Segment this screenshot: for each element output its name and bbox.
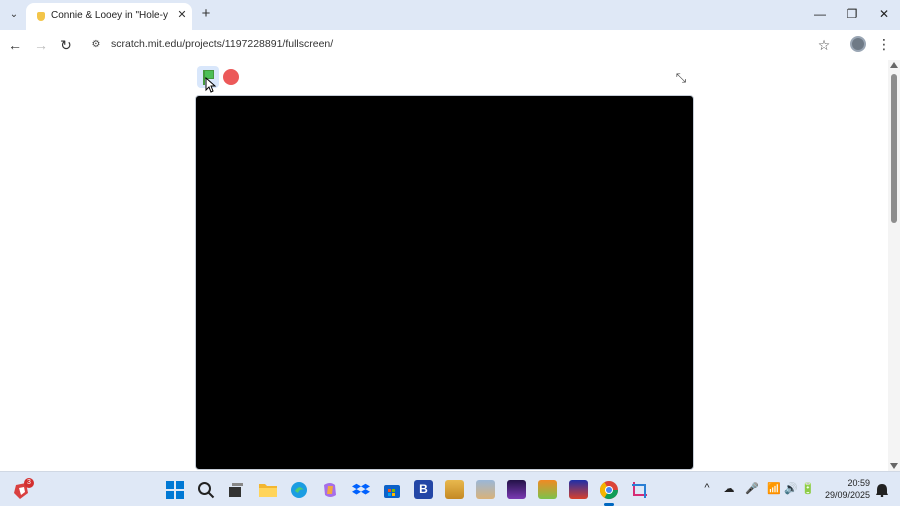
scratch-fullscreen-page: ⤡ bbox=[0, 60, 888, 471]
tab-strip: ⌄ Connie & Looey in "Hole-y Mo ✕ + — ❐ ✕ bbox=[0, 0, 900, 30]
start-icon[interactable] bbox=[166, 481, 184, 499]
copilot-icon[interactable] bbox=[321, 481, 339, 499]
exit-fullscreen-icon[interactable]: ⤡ bbox=[673, 70, 689, 86]
tab-search-button[interactable]: ⌄ bbox=[5, 7, 23, 23]
notification-bell-icon[interactable] bbox=[875, 483, 889, 497]
notification-badge: 3 bbox=[24, 478, 34, 488]
minimize-button[interactable]: — bbox=[810, 5, 830, 23]
store-icon[interactable] bbox=[383, 481, 401, 499]
scroll-up-arrow-icon[interactable] bbox=[890, 62, 898, 68]
onedrive-cloud-icon[interactable]: ☁ bbox=[722, 482, 736, 495]
system-clock[interactable]: 20:59 29/09/2025 bbox=[820, 477, 870, 501]
volume-icon[interactable]: 🔊 bbox=[784, 482, 798, 495]
reload-button[interactable]: ↻ bbox=[57, 36, 75, 54]
new-tab-button[interactable]: + bbox=[199, 6, 213, 22]
address-bar[interactable]: scratch.mit.edu/projects/1197228891/full… bbox=[111, 38, 333, 50]
browser-menu-icon[interactable]: ⋮ bbox=[877, 35, 891, 53]
tray-chevron-icon[interactable]: ^ bbox=[700, 482, 714, 494]
browser-toolbar: ← → ↻ ⚙ scratch.mit.edu/projects/1197228… bbox=[0, 30, 900, 60]
game-icon-1[interactable] bbox=[445, 480, 464, 499]
bookmark-star-icon[interactable]: ☆ bbox=[815, 36, 833, 54]
game-icon-2[interactable] bbox=[476, 480, 495, 499]
tab-title: Connie & Looey in "Hole-y Mo bbox=[51, 10, 168, 21]
project-stage[interactable] bbox=[195, 95, 694, 470]
wifi-icon[interactable]: 📶 bbox=[767, 482, 781, 495]
restore-button[interactable]: ❐ bbox=[842, 5, 862, 23]
game-icon-5[interactable] bbox=[569, 480, 588, 499]
back-button[interactable]: ← bbox=[6, 36, 24, 54]
dropbox-icon[interactable] bbox=[352, 481, 370, 499]
window-close-button[interactable]: ✕ bbox=[874, 5, 894, 23]
scratch-favicon-icon bbox=[37, 12, 45, 21]
microphone-icon[interactable]: 🎤 bbox=[745, 482, 759, 495]
b-app-icon[interactable]: B bbox=[414, 480, 433, 499]
windows-taskbar: 3 B ^ ☁ 🎤 📶 🔊 🔋 20:59 29/09/2025 bbox=[0, 471, 900, 506]
scroll-thumb[interactable] bbox=[891, 74, 897, 223]
forward-button[interactable]: → bbox=[32, 36, 50, 54]
file-explorer-icon[interactable] bbox=[259, 482, 277, 498]
profile-avatar[interactable] bbox=[850, 36, 866, 52]
site-info-icon[interactable]: ⚙ bbox=[89, 38, 103, 52]
clock-date: 29/09/2025 bbox=[824, 490, 870, 500]
search-icon[interactable] bbox=[197, 481, 215, 499]
scroll-down-arrow-icon[interactable] bbox=[890, 463, 898, 469]
snipping-tool-icon[interactable] bbox=[631, 481, 649, 499]
page-scrollbar[interactable] bbox=[888, 60, 900, 471]
mouse-cursor-icon bbox=[205, 77, 217, 93]
tab-close-icon[interactable]: ✕ bbox=[175, 8, 189, 22]
clock-time: 20:59 bbox=[847, 478, 870, 488]
edge-icon[interactable] bbox=[290, 481, 308, 499]
battery-icon[interactable]: 🔋 bbox=[801, 482, 815, 495]
task-view-icon[interactable] bbox=[228, 482, 244, 498]
stop-button[interactable] bbox=[223, 69, 239, 85]
chrome-icon[interactable] bbox=[599, 480, 619, 500]
game-icon-4[interactable] bbox=[538, 480, 557, 499]
game-icon-3[interactable] bbox=[507, 480, 526, 499]
active-tab[interactable]: Connie & Looey in "Hole-y Mo ✕ bbox=[26, 3, 192, 30]
